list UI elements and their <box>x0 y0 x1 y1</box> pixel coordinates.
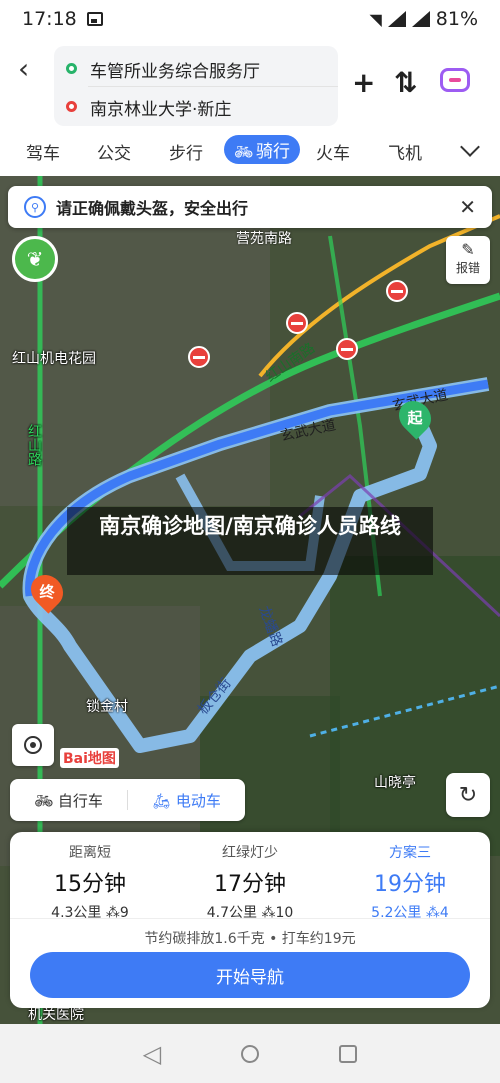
recents-square-icon[interactable] <box>339 1044 358 1063</box>
map-label-poi: 红山机电花园 <box>12 351 96 367</box>
start-point-field[interactable]: 车管所业务综合服务厅 <box>90 57 260 82</box>
baidu-logo: Bai地图 <box>60 748 119 768</box>
plan-title: 距离短 <box>69 845 111 861</box>
tab-drive[interactable]: 驾车 <box>26 139 60 164</box>
start-marker-label: 起 <box>407 408 423 427</box>
divider <box>10 918 490 919</box>
leaf-icon[interactable]: ❦ <box>12 236 58 282</box>
plan-option-2[interactable]: 红绿灯少 17分钟 4.7公里 ⁂10 <box>175 842 325 922</box>
signal-icon <box>387 11 406 27</box>
bicycle-option-label: 自行车 <box>57 791 103 810</box>
bicycle-icon: ⚲ <box>24 196 46 218</box>
extra-info: 节约碳排放1.6千克 • 打车约19元 <box>144 931 356 947</box>
report-error-button[interactable]: ✎ 报错 <box>446 236 490 284</box>
add-waypoint-button[interactable]: + <box>352 66 375 99</box>
report-label: 报错 <box>455 261 480 275</box>
plan-title: 方案三 <box>389 845 431 861</box>
plan-detail: 4.7公里 ⁂10 <box>175 902 325 922</box>
start-dot-icon <box>66 63 77 74</box>
route-plans-card: 距离短 15分钟 4.3公里 ⁂9 红绿灯少 17分钟 4.7公里 ⁂10 方案… <box>10 832 490 1008</box>
no-entry-icon <box>336 338 358 360</box>
ebike-option[interactable]: 🛵︎ 电动车 <box>128 790 245 811</box>
plan-time: 15分钟 <box>54 872 126 897</box>
map-label-poi-3: 山晓亭 <box>374 775 416 791</box>
signal-icon-2 <box>411 11 430 27</box>
battery-percent: 81% <box>435 8 478 30</box>
locate-icon <box>24 736 42 754</box>
overlay-banner: 南京确诊地图/南京确诊人员路线 <box>67 507 433 575</box>
plan-option-1[interactable]: 距离短 15分钟 4.3公里 ⁂9 <box>15 842 165 922</box>
no-entry-icon <box>286 312 308 334</box>
start-navigation-button[interactable]: 开始导航 <box>30 952 470 998</box>
plan-title: 红绿灯少 <box>222 845 278 861</box>
no-entry-icon <box>386 280 408 302</box>
vehicle-type-selector: 🚲︎ 自行车 🛵︎ 电动车 <box>10 779 245 821</box>
system-nav-bar: ◁ <box>0 1024 500 1083</box>
gallery-notification-icon <box>86 12 103 26</box>
tab-flight[interactable]: 飞机 <box>388 139 422 164</box>
end-dot-icon <box>66 101 77 112</box>
tab-train[interactable]: 火车 <box>316 139 350 164</box>
plan-time: 17分钟 <box>214 872 286 897</box>
status-bar: 17:18 ◥ 81% <box>0 0 500 38</box>
assistant-robot-icon[interactable] <box>440 68 470 92</box>
refresh-icon: ↻ <box>458 782 478 808</box>
refresh-button[interactable]: ↻ <box>446 773 490 817</box>
status-time: 17:18 <box>22 8 77 30</box>
end-point-field[interactable]: 南京林业大学·新庄 <box>90 95 231 120</box>
bicycle-option[interactable]: 🚲︎ 自行车 <box>10 790 127 811</box>
tab-walk[interactable]: 步行 <box>169 139 203 164</box>
locate-button[interactable] <box>12 724 54 766</box>
helmet-notice-text: 请正确佩戴头盔，安全出行 <box>56 199 249 218</box>
wifi-icon: ◥ <box>369 9 382 29</box>
bicycle-icon: 🚲︎ <box>234 143 254 161</box>
route-input-box: 车管所业务综合服务厅 南京林业大学·新庄 <box>54 46 338 126</box>
plan-time: 19分钟 <box>374 872 446 897</box>
no-entry-icon <box>188 346 210 368</box>
plan-detail: 5.2公里 ⁂4 <box>335 902 485 922</box>
tab-transit[interactable]: 公交 <box>97 139 131 164</box>
home-circle-icon[interactable] <box>241 1044 260 1063</box>
divider <box>88 86 338 87</box>
map-label-poi-2: 锁金村 <box>86 699 128 715</box>
route-header: ‹ 车管所业务综合服务厅 南京林业大学·新庄 + ⇅ <box>0 38 500 130</box>
back-button[interactable]: ‹ <box>18 52 29 85</box>
helmet-notice-bar: ⚲ 请正确佩戴头盔，安全出行 ✕ <box>8 186 492 228</box>
ebike-option-label: 电动车 <box>175 791 221 810</box>
map-label-road-vertical: 红山路 <box>26 424 42 466</box>
plan-detail: 4.3公里 ⁂9 <box>15 902 165 922</box>
transport-mode-tabs: 驾车 公交 步行 🚲︎ 骑行 火车 飞机 <box>0 130 500 176</box>
map-label-road: 营苑南路 <box>236 231 292 247</box>
close-icon[interactable]: ✕ <box>459 195 476 219</box>
tab-cycling[interactable]: 🚲︎ 骑行 <box>224 135 301 164</box>
plan-option-3[interactable]: 方案三 19分钟 5.2公里 ⁂4 <box>335 842 485 922</box>
chevron-down-icon[interactable] <box>460 137 480 157</box>
back-triangle-icon[interactable]: ◁ <box>143 1040 161 1068</box>
edit-icon: ✎ <box>461 240 475 259</box>
swap-route-button[interactable]: ⇅ <box>394 66 417 99</box>
end-marker-label: 终 <box>39 582 55 601</box>
tab-cycling-label: 骑行 <box>256 142 291 162</box>
